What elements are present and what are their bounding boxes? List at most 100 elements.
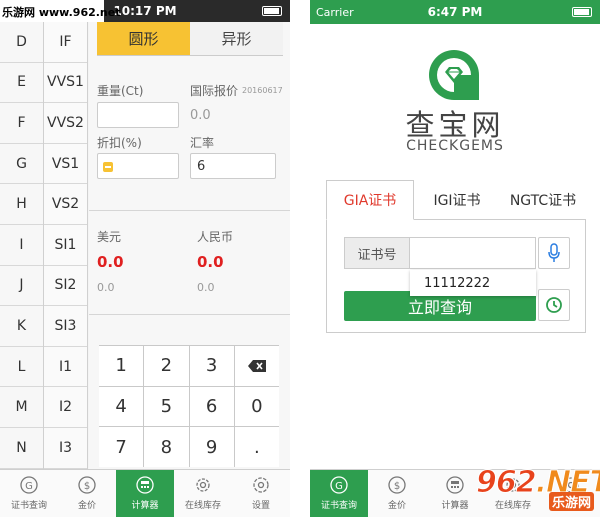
tab-igi[interactable]: IGI证书 bbox=[414, 180, 500, 219]
clarity-grade-cell[interactable]: I2 bbox=[44, 387, 87, 428]
microphone-button[interactable] bbox=[538, 237, 570, 269]
intl-price-label: 国际报价 bbox=[190, 84, 239, 98]
backspace-icon bbox=[247, 359, 266, 372]
usd-sub: 0.0 bbox=[97, 281, 115, 294]
intl-price-value: 0.0 bbox=[190, 108, 211, 123]
tab-bar: G 证书查询 $ 金价 计算器 在线库存 设置 bbox=[0, 469, 290, 517]
tab-item[interactable]: $ 金价 bbox=[368, 470, 426, 517]
tab-fancy[interactable]: 异形 bbox=[190, 22, 283, 55]
keypad-key[interactable]: . bbox=[234, 427, 279, 467]
clarity-grade-cell[interactable]: SI3 bbox=[44, 306, 87, 347]
intl-price-date: 20160617 bbox=[242, 86, 283, 95]
color-grade-cell[interactable]: D bbox=[0, 22, 43, 63]
certificate-screen: Carrier 6:47 PM 查宝网 CHECKGEMS GIA证书 IGI证… bbox=[310, 0, 600, 517]
keypad-key[interactable]: 0 bbox=[234, 386, 279, 427]
tab-round[interactable]: 圆形 bbox=[97, 22, 190, 55]
color-grade-cell[interactable]: I bbox=[0, 225, 43, 266]
usd-label: 美元 bbox=[97, 230, 122, 244]
watermark-number: 962 bbox=[476, 465, 538, 501]
screen-gap bbox=[290, 0, 310, 517]
certificate-icon: G bbox=[20, 476, 38, 494]
clarity-grade-cell[interactable]: SI2 bbox=[44, 266, 87, 307]
brand-name-en: CHECKGEMS bbox=[406, 138, 504, 154]
exchange-rate-input[interactable]: 6 bbox=[190, 153, 276, 179]
certificate-number-input[interactable] bbox=[410, 237, 536, 269]
keypad-key[interactable]: 6 bbox=[189, 386, 234, 427]
tab-item[interactable]: 设置 bbox=[232, 470, 290, 517]
exchange-rate-label: 汇率 bbox=[190, 136, 215, 150]
history-icon bbox=[546, 297, 562, 313]
tab-label: 证书查询 bbox=[320, 501, 357, 511]
discount-input[interactable] bbox=[97, 153, 179, 179]
certificate-tabs: GIA证书 IGI证书 NGTC证书 bbox=[326, 180, 586, 220]
svg-text:G: G bbox=[335, 481, 343, 492]
rmb-label: 人民币 bbox=[197, 230, 234, 244]
tab-gia[interactable]: GIA证书 bbox=[326, 180, 414, 220]
tab-item[interactable]: G 证书查询 bbox=[0, 470, 58, 517]
minus-toggle-icon[interactable] bbox=[103, 162, 113, 172]
tab-label: 计算器 bbox=[441, 501, 469, 511]
site-watermark: 乐游网 www.962.net bbox=[0, 0, 120, 22]
weight-label: 重量(Ct) bbox=[97, 84, 144, 98]
certificate-number-label: 证书号 bbox=[344, 237, 410, 269]
keypad-key[interactable]: 8 bbox=[144, 427, 189, 467]
color-grade-cell[interactable]: F bbox=[0, 103, 43, 144]
shape-tabs: 圆形 异形 bbox=[97, 22, 283, 56]
color-grade-cell[interactable]: G bbox=[0, 144, 43, 185]
calculator-icon bbox=[136, 476, 154, 494]
clarity-grade-cell[interactable]: VS1 bbox=[44, 144, 87, 185]
usd-price: 0.0 bbox=[97, 253, 124, 271]
status-bar: Carrier 6:47 PM bbox=[310, 0, 600, 24]
dollar-icon: $ bbox=[78, 476, 96, 494]
rmb-sub: 0.0 bbox=[197, 281, 215, 294]
tab-label: 金价 bbox=[77, 501, 96, 511]
calculator-screen: 10:17 PM 乐游网 www.962.net DEFGHIJKLMN IF V… bbox=[0, 0, 290, 517]
svg-text:G: G bbox=[25, 481, 33, 492]
tab-ngtc[interactable]: NGTC证书 bbox=[500, 180, 586, 219]
keypad-key[interactable]: 9 bbox=[189, 427, 234, 467]
clarity-grade-cell[interactable]: SI1 bbox=[44, 225, 87, 266]
rmb-price: 0.0 bbox=[197, 253, 224, 271]
clarity-grade-cell[interactable]: VVS1 bbox=[44, 63, 87, 104]
keypad-key[interactable]: 2 bbox=[144, 346, 189, 386]
color-grade-cell[interactable]: N bbox=[0, 428, 43, 469]
microphone-icon bbox=[548, 243, 560, 262]
calculator-icon bbox=[446, 476, 464, 494]
clarity-grade-column: IF VVS1 VVS2 VS1 VS2 SI1 SI2 SI3 I1 I2 I3 bbox=[44, 22, 88, 469]
keypad-key[interactable]: 3 bbox=[189, 346, 234, 386]
keypad-key[interactable]: 4 bbox=[99, 386, 144, 427]
clarity-grade-cell[interactable]: I3 bbox=[44, 428, 87, 469]
settings-icon bbox=[252, 476, 270, 494]
autocomplete-suggestion[interactable]: 11112222 bbox=[410, 270, 536, 296]
history-button[interactable] bbox=[538, 289, 570, 321]
color-grade-cell[interactable]: K bbox=[0, 306, 43, 347]
color-grade-cell[interactable]: L bbox=[0, 347, 43, 388]
weight-input[interactable] bbox=[97, 102, 179, 128]
section-divider bbox=[89, 314, 290, 315]
gear-icon bbox=[194, 476, 212, 494]
clarity-grade-cell[interactable]: VVS2 bbox=[44, 103, 87, 144]
keypad-key[interactable]: 1 bbox=[99, 346, 144, 386]
numeric-keypad: 123 4560 789. bbox=[99, 345, 279, 467]
color-grade-cell[interactable]: E bbox=[0, 63, 43, 104]
tab-label: 金价 bbox=[387, 501, 406, 511]
tab-label: 证书查询 bbox=[10, 501, 47, 511]
tab-item[interactable]: G 证书查询 bbox=[310, 470, 368, 517]
color-grade-cell[interactable]: H bbox=[0, 184, 43, 225]
keypad-key[interactable]: 5 bbox=[144, 386, 189, 427]
color-grade-cell[interactable]: M bbox=[0, 387, 43, 428]
clarity-grade-cell[interactable]: VS2 bbox=[44, 184, 87, 225]
tab-item[interactable]: 在线库存 bbox=[174, 470, 232, 517]
certificate-icon: G bbox=[330, 476, 348, 494]
tab-item[interactable]: 计算器 bbox=[116, 470, 174, 517]
tab-label: 设置 bbox=[251, 501, 270, 511]
color-grade-cell[interactable]: J bbox=[0, 266, 43, 307]
clarity-grade-cell[interactable]: IF bbox=[44, 22, 87, 63]
tab-item[interactable]: $ 金价 bbox=[58, 470, 116, 517]
discount-label: 折扣(%) bbox=[97, 136, 142, 150]
backspace-key[interactable] bbox=[234, 346, 279, 386]
clarity-grade-cell[interactable]: I1 bbox=[44, 347, 87, 388]
site-logo-watermark: 962.NET 乐游网 bbox=[476, 465, 600, 511]
battery-icon bbox=[572, 7, 592, 17]
keypad-key[interactable]: 7 bbox=[99, 427, 144, 467]
